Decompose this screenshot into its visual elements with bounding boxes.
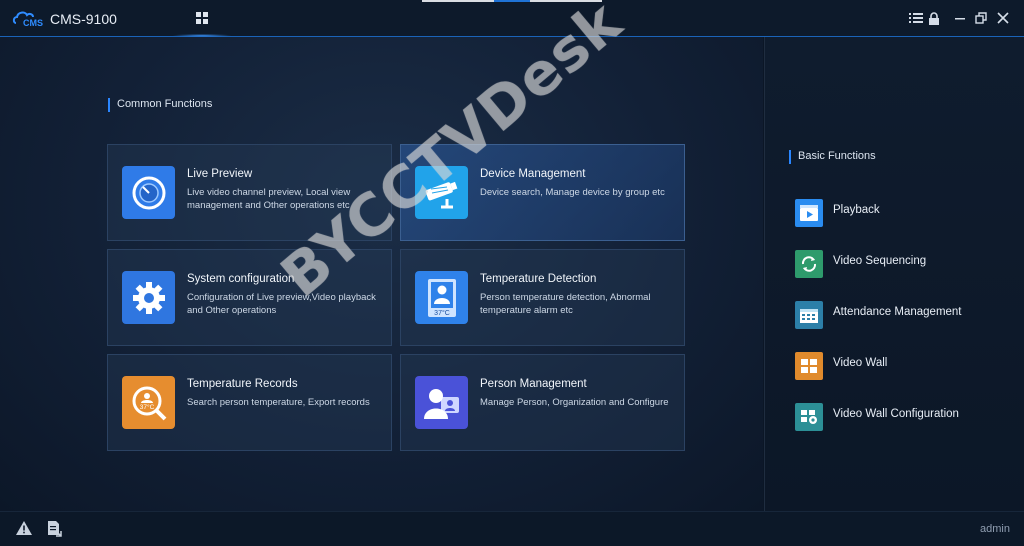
basic-item-label: Video Wall — [833, 357, 888, 369]
video-wall-icon — [795, 352, 823, 380]
card-description: Manage Person, Organization and Configur… — [480, 397, 669, 408]
clock-icon — [122, 166, 175, 219]
card-person-management[interactable]: Person Management Manage Person, Organiz… — [400, 354, 685, 451]
basic-item-label: Video Wall Configuration — [833, 408, 959, 420]
title-bar: CMS CMS-9100 — [0, 0, 1024, 37]
basic-item-label: Playback — [833, 204, 880, 216]
minimize-icon[interactable] — [952, 10, 968, 26]
lock-icon[interactable] — [926, 10, 942, 26]
card-title: Temperature Records — [187, 378, 298, 390]
home-button[interactable] — [172, 9, 232, 37]
card-title: Live Preview — [187, 168, 253, 180]
card-title: Person Management — [480, 378, 587, 390]
svg-text:37°C: 37°C — [434, 309, 450, 317]
basic-item-video-wall[interactable]: Video Wall — [795, 352, 1005, 382]
basic-item-label: Attendance Management — [833, 306, 962, 318]
card-system-configuration[interactable]: System configuration Configuration of Li… — [107, 249, 392, 346]
basic-item-video-wall-configuration[interactable]: Video Wall Configuration — [795, 403, 1005, 433]
card-description: Person temperature detection, Abnormal t… — [480, 292, 651, 316]
card-temperature-records[interactable]: 37°C Temperature Records Search person t… — [107, 354, 392, 451]
attendance-icon — [795, 301, 823, 329]
card-live-preview[interactable]: Live Preview Live video channel preview,… — [107, 144, 392, 241]
basic-item-playback[interactable]: Playback — [795, 199, 1005, 229]
gear-icon — [122, 271, 175, 324]
person-card-icon — [415, 376, 468, 429]
card-temperature-detection[interactable]: 37°C Temperature Detection Person temper… — [400, 249, 685, 346]
close-icon[interactable] — [995, 10, 1011, 26]
card-title: System configuration — [187, 273, 295, 285]
card-title: Temperature Detection — [480, 273, 597, 285]
card-description: Configuration of Live preview,Video play… — [187, 292, 376, 316]
app-title: CMS-9100 — [50, 11, 117, 27]
video-wall-config-icon — [795, 403, 823, 431]
warning-icon[interactable] — [15, 520, 33, 538]
card-title: Device Management — [480, 168, 586, 180]
basic-item-video-sequencing[interactable]: Video Sequencing — [795, 250, 1005, 280]
basic-item-label: Video Sequencing — [833, 255, 927, 267]
grid-icon — [196, 12, 208, 24]
playback-icon — [795, 199, 823, 227]
list-icon[interactable] — [908, 10, 924, 26]
common-functions-title: Common Functions — [108, 98, 212, 112]
cms-logo: CMS — [12, 8, 46, 28]
camera-icon — [415, 166, 468, 219]
status-bar: admin — [0, 511, 1024, 546]
basic-functions-title: Basic Functions — [789, 150, 876, 164]
log-file-icon[interactable] — [46, 520, 64, 538]
svg-text:CMS: CMS — [23, 18, 43, 28]
temperature-search-icon: 37°C — [122, 376, 175, 429]
basic-functions-panel: Basic Functions Playback Video Sequencin… — [764, 37, 1024, 511]
restore-icon[interactable] — [973, 10, 989, 26]
card-description: Search person temperature, Export record… — [187, 397, 370, 408]
card-device-management[interactable]: Device Management Device search, Manage … — [400, 144, 685, 241]
username: admin — [980, 523, 1010, 535]
main-panel: Common Functions Live Preview Live video… — [0, 37, 763, 511]
basic-item-attendance-management[interactable]: Attendance Management — [795, 301, 1005, 331]
temperature-screen-icon: 37°C — [415, 271, 468, 324]
sequence-icon — [795, 250, 823, 278]
card-description: Live video channel preview, Local view m… — [187, 187, 351, 211]
top-tab-strip — [422, 0, 602, 2]
card-description: Device search, Manage device by group et… — [480, 187, 665, 198]
svg-text:37°C: 37°C — [139, 403, 154, 411]
